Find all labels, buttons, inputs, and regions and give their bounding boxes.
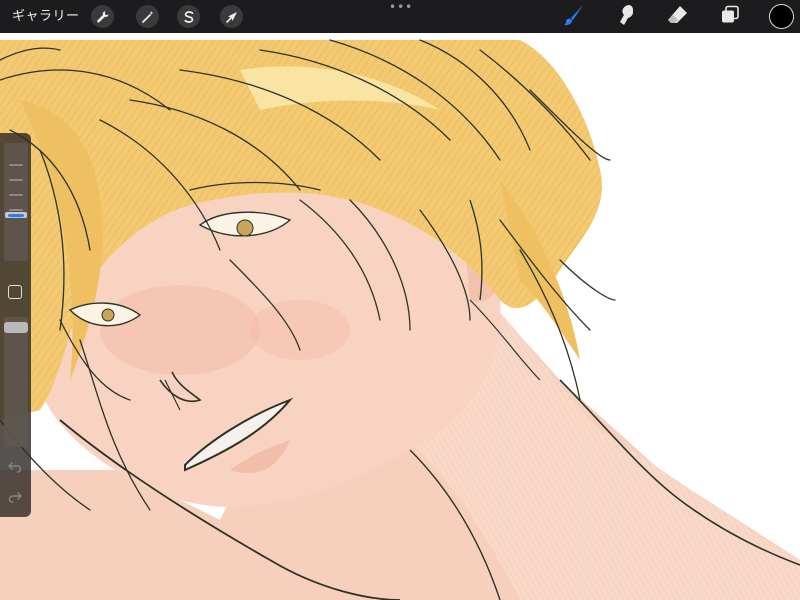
- size-tick: [9, 209, 23, 211]
- brush-opacity-thumb[interactable]: [4, 322, 28, 333]
- transform-button[interactable]: [220, 5, 243, 28]
- size-tick: [9, 194, 23, 196]
- drawing-canvas[interactable]: [0, 0, 800, 600]
- smudge-tool-button[interactable]: [613, 4, 639, 30]
- adjustments-button[interactable]: [136, 5, 159, 28]
- more-options-handle[interactable]: •••: [389, 0, 412, 14]
- eraser-tool-button[interactable]: [665, 4, 691, 30]
- undo-button[interactable]: [6, 459, 24, 475]
- selection-s-icon: [182, 10, 196, 24]
- gallery-button[interactable]: ギャラリー: [12, 0, 80, 33]
- artwork: [0, 0, 800, 600]
- magic-wand-icon: [141, 10, 155, 24]
- selection-button[interactable]: [177, 5, 200, 28]
- wrench-icon: [96, 10, 110, 24]
- procreate-app: ギャラリー •••: [0, 0, 800, 600]
- eraser-icon: [666, 3, 690, 31]
- arrow-cursor-icon: [225, 10, 239, 24]
- actions-button[interactable]: [91, 5, 114, 28]
- brush-size-thumb[interactable]: [5, 212, 27, 218]
- left-sidebar: [0, 133, 31, 517]
- redo-arrow-icon: [8, 488, 22, 507]
- size-tick: [9, 164, 23, 166]
- undo-arrow-icon: [8, 458, 22, 477]
- square-modify-icon[interactable]: [8, 285, 22, 299]
- brush-size-thumb-indicator: [8, 213, 24, 217]
- redo-button[interactable]: [6, 489, 24, 505]
- paintbrush-icon: [562, 3, 586, 31]
- brush-opacity-slider[interactable]: [4, 317, 28, 447]
- layers-button[interactable]: [717, 4, 743, 30]
- smudge-fingertip-icon: [614, 3, 638, 31]
- color-swatch[interactable]: [769, 4, 794, 29]
- brush-size-slider[interactable]: [4, 143, 28, 261]
- brush-tool-button[interactable]: [561, 4, 587, 30]
- layers-icon: [719, 4, 741, 30]
- size-tick: [9, 179, 23, 181]
- top-toolbar: ギャラリー •••: [0, 0, 800, 33]
